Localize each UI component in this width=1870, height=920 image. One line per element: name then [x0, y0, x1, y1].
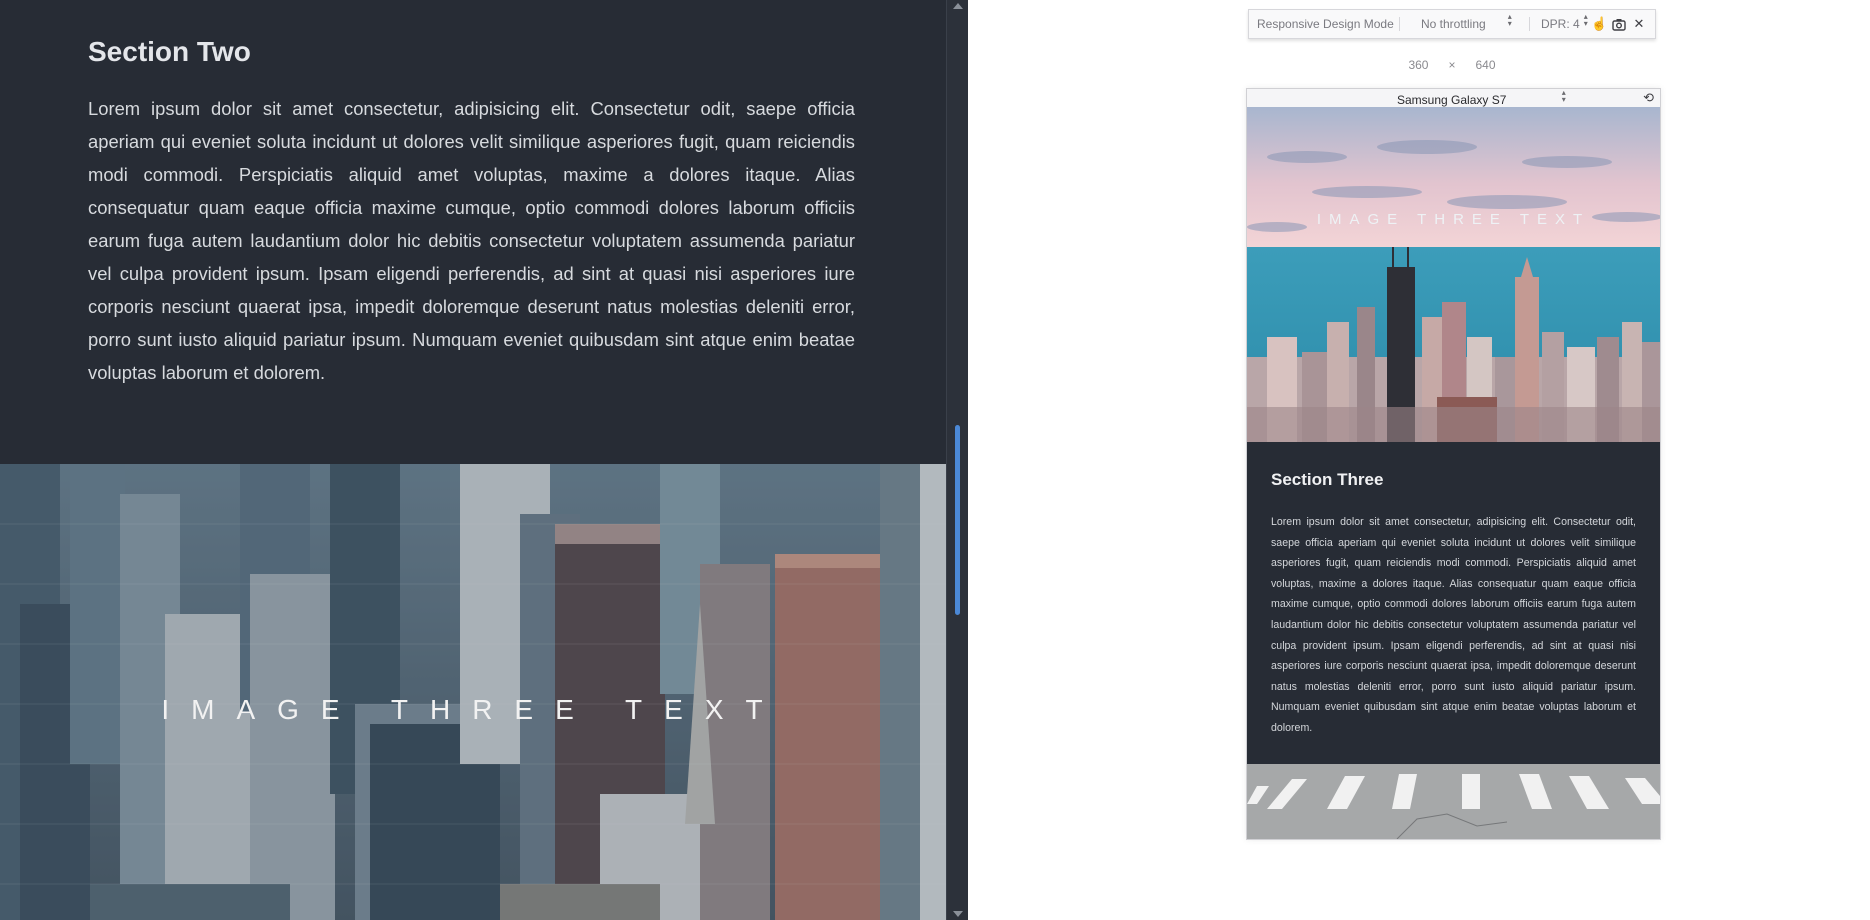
section-three-heading: Section Three — [1271, 470, 1384, 489]
close-icon[interactable]: ✕ — [1631, 16, 1647, 32]
toolbar-divider — [1399, 17, 1400, 31]
crosswalk-image — [1247, 764, 1660, 839]
phone-viewport: IMAGE THREE TEXT Section Three Lorem ips… — [1247, 107, 1660, 839]
crosswalk-illustration — [1247, 764, 1660, 839]
responsive-toolbar: Responsive Design Mode No throttling ▴ ▾ D… — [1248, 9, 1656, 39]
screenshot-icon[interactable] — [1611, 16, 1627, 32]
section-three: Section Three Lorem ipsum dolor sit amet… — [1247, 442, 1660, 764]
viewport-height[interactable]: 640 — [1476, 58, 1496, 72]
touch-simulation-icon[interactable]: ☝ — [1591, 16, 1607, 32]
dimension-separator: × — [1448, 58, 1456, 72]
throttling-chevron-icon: ▴ ▾ — [1507, 12, 1512, 28]
image-three-caption: IMAGE THREE TEXT — [161, 694, 785, 725]
rotate-icon[interactable]: ⟲ — [1643, 90, 1654, 106]
city-aerial-image: IMAGE THREE TEXT — [0, 464, 946, 920]
chicago-skyline-image: IMAGE THREE TEXT — [1247, 107, 1660, 442]
device-frame: Samsung Galaxy S7 ▴ ▾ ⟲ IMAGE THREE TEXT… — [1246, 88, 1661, 840]
page-content: Section Two Lorem ipsum dolor sit amet c… — [0, 0, 946, 920]
device-toolbar: Samsung Galaxy S7 ▴ ▾ ⟲ — [1247, 89, 1660, 108]
device-name: Samsung Galaxy S7 — [1397, 93, 1507, 107]
dpr-select[interactable]: DPR: 4▴ ▾ — [1541, 10, 1588, 38]
section-three-body: Lorem ipsum dolor sit amet consectetur, … — [1271, 516, 1636, 734]
responsive-mode-label: Responsive Design Mode — [1257, 17, 1394, 31]
desktop-viewport: Section Two Lorem ipsum dolor sit amet c… — [0, 0, 946, 920]
device-selector[interactable]: Samsung Galaxy S7 ▴ ▾ — [1397, 89, 1566, 107]
device-chevron-icon: ▴ ▾ — [1561, 88, 1566, 104]
dpr-value: DPR: 4 — [1541, 17, 1580, 31]
section-two-body: Lorem ipsum dolor sit amet consectetur, … — [88, 98, 855, 383]
scroll-down-arrow-icon[interactable] — [953, 911, 963, 917]
viewport-dimensions: 360 × 640 — [1248, 58, 1656, 72]
page-scrollbar[interactable] — [946, 0, 970, 920]
skyline-illustration — [1247, 107, 1660, 442]
viewport-width[interactable]: 360 — [1408, 58, 1428, 72]
scrollbar-thumb[interactable] — [955, 425, 960, 615]
toolbar-divider — [1529, 17, 1530, 31]
city-aerial-illustration — [0, 464, 946, 920]
throttling-select[interactable]: No throttling ▴ ▾ — [1421, 10, 1512, 38]
phone-image-caption: IMAGE THREE TEXT — [1316, 211, 1591, 228]
section-two-heading: Section Two — [88, 36, 251, 67]
throttling-value: No throttling — [1421, 17, 1486, 31]
scroll-up-arrow-icon[interactable] — [953, 3, 963, 9]
dpr-chevron-icon: ▴ ▾ — [1583, 12, 1588, 28]
